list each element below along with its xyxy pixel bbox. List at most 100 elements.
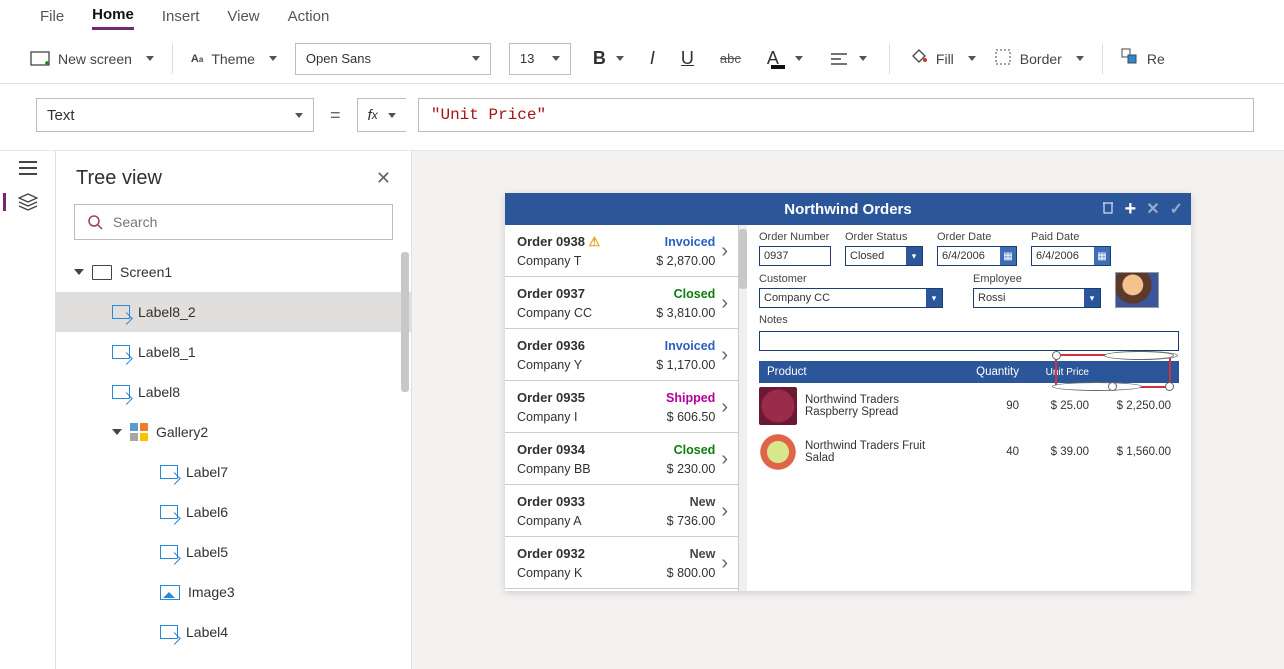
grid-row[interactable]: Northwind Traders Raspberry Spread90$ 25… bbox=[759, 383, 1179, 429]
grid-rows: Northwind Traders Raspberry Spread90$ 25… bbox=[759, 383, 1179, 475]
menu-bar: File Home Insert View Action bbox=[0, 0, 1284, 34]
tree-item-label4[interactable]: Label4 bbox=[56, 612, 411, 652]
chevron-right-icon: › bbox=[721, 240, 728, 263]
design-canvas[interactable]: Northwind Orders + ✕ ✓ Order 0938 ⚠Compa… bbox=[412, 151, 1284, 669]
product-image bbox=[759, 433, 797, 471]
menu-view[interactable]: View bbox=[227, 8, 259, 29]
treeview-rail-icon[interactable] bbox=[3, 193, 38, 211]
orders-scrollbar[interactable] bbox=[739, 225, 747, 591]
label-icon bbox=[160, 465, 178, 479]
scrollbar-thumb[interactable] bbox=[401, 252, 409, 392]
reorder-button[interactable]: Re bbox=[1121, 48, 1165, 69]
col-unitprice-label8_2[interactable]: Unit Price bbox=[1019, 367, 1089, 378]
tree-view-title: Tree view bbox=[76, 167, 162, 190]
order-row[interactable]: Order 0934Company BBClosed$ 230.00› bbox=[505, 433, 738, 485]
tree-item-image3[interactable]: Image3 bbox=[56, 572, 411, 612]
order-details-form: Order Number 0937 Order Status Closed▾ O… bbox=[747, 225, 1191, 591]
col-product: Product bbox=[767, 366, 949, 378]
border-icon bbox=[994, 48, 1012, 69]
tree-view-panel: Tree view ✕ Search Screen1 Label8_2 Labe… bbox=[56, 151, 412, 669]
order-row[interactable]: Order 0938 ⚠Company TInvoiced$ 2,870.00› bbox=[505, 225, 738, 277]
app-preview: Northwind Orders + ✕ ✓ Order 0938 ⚠Compa… bbox=[505, 193, 1191, 591]
menu-home[interactable]: Home bbox=[92, 6, 134, 30]
hamburger-icon[interactable] bbox=[19, 167, 37, 169]
close-icon[interactable]: ✕ bbox=[376, 168, 391, 189]
strike-button[interactable]: abc bbox=[716, 49, 745, 68]
label-icon bbox=[160, 545, 178, 559]
chevron-right-icon: › bbox=[721, 448, 728, 471]
chevron-right-icon: › bbox=[721, 500, 728, 523]
order-row[interactable]: Order 0936Company YInvoiced$ 1,170.00› bbox=[505, 329, 738, 381]
tree-list: Screen1 Label8_2 Label8_1 Label8 Gallery… bbox=[56, 252, 411, 652]
tree-item-label5[interactable]: Label5 bbox=[56, 532, 411, 572]
tree-item-label8_1[interactable]: Label8_1 bbox=[56, 332, 411, 372]
tree-item-label7[interactable]: Label7 bbox=[56, 452, 411, 492]
fontcolor-button[interactable]: A bbox=[763, 46, 807, 71]
screen-icon bbox=[92, 265, 112, 280]
border-button[interactable]: Border bbox=[994, 48, 1084, 69]
menu-file[interactable]: File bbox=[40, 8, 64, 29]
equals-sign: = bbox=[326, 105, 345, 126]
ribbon: New screen Aa Theme Open Sans 13 B I U a… bbox=[0, 34, 1284, 84]
tree-item-gallery2[interactable]: Gallery2 bbox=[56, 412, 411, 452]
fill-button[interactable]: Fill bbox=[908, 48, 976, 69]
menu-action[interactable]: Action bbox=[288, 8, 330, 29]
employee-select[interactable]: Rossi▾ bbox=[973, 288, 1101, 308]
order-status-select[interactable]: Closed▾ bbox=[845, 246, 923, 266]
label-icon bbox=[112, 385, 130, 399]
chevron-right-icon: › bbox=[721, 396, 728, 419]
image-icon bbox=[160, 585, 180, 600]
theme-button[interactable]: Aa Theme bbox=[191, 51, 277, 67]
order-row[interactable]: Order 0937Company CCClosed$ 3,810.00› bbox=[505, 277, 738, 329]
property-select[interactable]: Text bbox=[36, 98, 314, 132]
customer-select[interactable]: Company CC▾ bbox=[759, 288, 943, 308]
orders-gallery[interactable]: Order 0938 ⚠Company TInvoiced$ 2,870.00›… bbox=[505, 225, 739, 591]
notes-input[interactable] bbox=[759, 331, 1179, 351]
label-icon bbox=[112, 345, 130, 359]
order-row[interactable]: Order 0935Company IShipped$ 606.50› bbox=[505, 381, 738, 433]
app-header: Northwind Orders + ✕ ✓ bbox=[505, 193, 1191, 225]
tree-item-screen1[interactable]: Screen1 bbox=[56, 252, 411, 292]
check-icon[interactable]: ✓ bbox=[1170, 199, 1183, 219]
paid-date-picker[interactable]: 6/4/2006▦ bbox=[1031, 246, 1111, 266]
plus-icon[interactable]: + bbox=[1125, 202, 1137, 216]
search-icon bbox=[87, 214, 103, 230]
grid-header: Product Quantity Unit Price bbox=[759, 361, 1179, 383]
order-row[interactable]: Order 0932Company KNew$ 800.00› bbox=[505, 537, 738, 589]
tree-search-input[interactable]: Search bbox=[74, 204, 393, 240]
tree-item-label8_2[interactable]: Label8_2 bbox=[56, 292, 411, 332]
underline-button[interactable]: U bbox=[677, 46, 698, 71]
font-select[interactable]: Open Sans bbox=[295, 43, 491, 75]
label-icon bbox=[160, 625, 178, 639]
order-number-field[interactable]: 0937 bbox=[759, 246, 831, 266]
main-area: Tree view ✕ Search Screen1 Label8_2 Labe… bbox=[0, 151, 1284, 669]
bucket-icon bbox=[908, 48, 928, 69]
warning-icon: ⚠ bbox=[589, 234, 601, 249]
product-image bbox=[759, 387, 797, 425]
bold-button[interactable]: B bbox=[589, 46, 628, 71]
menu-insert[interactable]: Insert bbox=[162, 8, 200, 29]
formula-input[interactable]: "Unit Price" bbox=[418, 98, 1254, 132]
chevron-right-icon: › bbox=[721, 292, 728, 315]
align-button[interactable] bbox=[825, 49, 871, 69]
chevron-right-icon: › bbox=[721, 344, 728, 367]
cancel-icon[interactable]: ✕ bbox=[1146, 199, 1159, 219]
italic-button[interactable]: I bbox=[646, 46, 659, 71]
grid-row[interactable]: Northwind Traders Fruit Salad40$ 39.00$ … bbox=[759, 429, 1179, 475]
employee-avatar bbox=[1115, 272, 1159, 308]
order-row[interactable]: Order 0933Company ANew$ 736.00› bbox=[505, 485, 738, 537]
left-rail bbox=[0, 151, 56, 669]
label-icon bbox=[112, 305, 130, 319]
gallery-icon bbox=[130, 423, 148, 441]
app-title: Northwind Orders bbox=[784, 201, 912, 218]
fontsize-select[interactable]: 13 bbox=[509, 43, 571, 75]
order-date-picker[interactable]: 6/4/2006▦ bbox=[937, 246, 1017, 266]
fx-button[interactable]: fx bbox=[357, 98, 406, 132]
reorder-icon bbox=[1121, 48, 1139, 69]
tree-item-label6[interactable]: Label6 bbox=[56, 492, 411, 532]
label-icon bbox=[160, 505, 178, 519]
new-screen-button[interactable]: New screen bbox=[30, 51, 154, 67]
trash-icon[interactable] bbox=[1101, 200, 1115, 218]
theme-icon: Aa bbox=[191, 53, 203, 65]
tree-item-label8[interactable]: Label8 bbox=[56, 372, 411, 412]
